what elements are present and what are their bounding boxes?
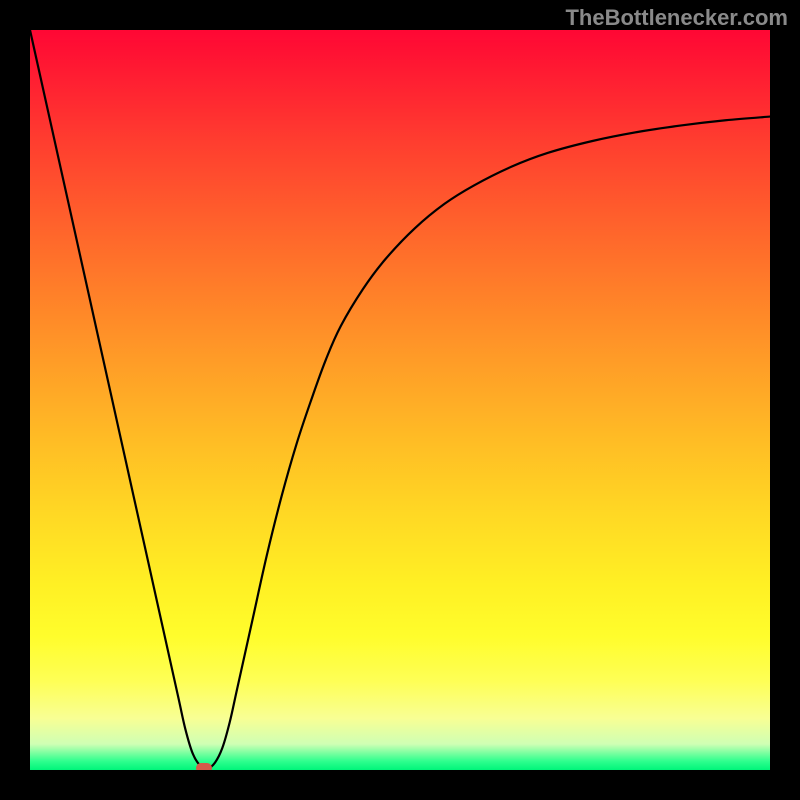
optimal-point-marker: [196, 763, 212, 770]
plot-area: [30, 30, 770, 770]
chart-frame: TheBottlenecker.com: [0, 0, 800, 800]
bottleneck-curve: [30, 30, 770, 770]
watermark-text: TheBottlenecker.com: [565, 5, 788, 31]
